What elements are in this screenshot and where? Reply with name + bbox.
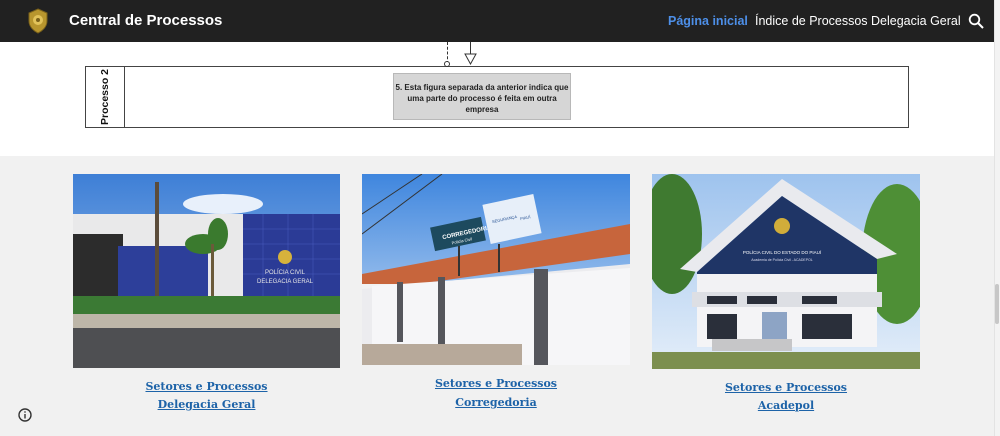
acadepol-photo[interactable]: POLÍCIA CIVIL DO ESTADO DO PIAUÍ Academi… [652, 174, 920, 369]
svg-text:Academia de Polícia Civil - AC: Academia de Polícia Civil - ACADEPOL [751, 258, 813, 262]
search-icon[interactable] [968, 13, 984, 29]
nav-indice-processos[interactable]: Índice de Processos [755, 14, 868, 28]
card-corregedoria-link-line1[interactable]: Setores e Processos [362, 377, 630, 390]
svg-text:POLÍCIA CIVIL DO ESTADO DO PIA: POLÍCIA CIVIL DO ESTADO DO PIAUÍ [743, 249, 822, 255]
diagram-note: 5. Esta figura separada da anterior indi… [393, 73, 571, 120]
card-corregedoria-link-line2[interactable]: Corregedoria [362, 396, 630, 409]
diagram-connector-dot [444, 61, 450, 67]
corregedoria-photo[interactable]: CORREGEDORIA Polícia Civil SEGURANÇA PIA… [362, 174, 630, 365]
card-acadepol-link-line1[interactable]: Setores e Processos [652, 381, 920, 394]
swimlane-label: Processo 2 [99, 68, 112, 126]
scrollbar-track[interactable] [994, 0, 1000, 436]
nav-pagina-inicial[interactable]: Página inicial [668, 14, 748, 28]
site-title[interactable]: Central de Processos [69, 12, 222, 29]
delegacia-geral-photo[interactable]: POLÍCIA CIVIL DELEGACIA GERAL [73, 174, 340, 368]
card-delegacia-link-line2[interactable]: Delegacia Geral [73, 398, 340, 411]
down-arrow-icon [464, 53, 477, 65]
card-acadepol-link-line2[interactable]: Acadepol [652, 399, 920, 412]
card-delegacia-link-line1[interactable]: Setores e Processos [73, 380, 340, 393]
svg-text:DELEGACIA GERAL: DELEGACIA GERAL [257, 279, 314, 285]
nav-delegacia-geral[interactable]: Delegacia Geral [871, 14, 961, 28]
site-header: Central de Processos Página inicial Índi… [0, 0, 994, 42]
info-icon[interactable] [17, 407, 33, 423]
scrollbar-thumb[interactable] [995, 284, 999, 324]
police-badge-icon[interactable] [27, 8, 49, 34]
svg-text:POLÍCIA CIVIL: POLÍCIA CIVIL [265, 269, 306, 276]
